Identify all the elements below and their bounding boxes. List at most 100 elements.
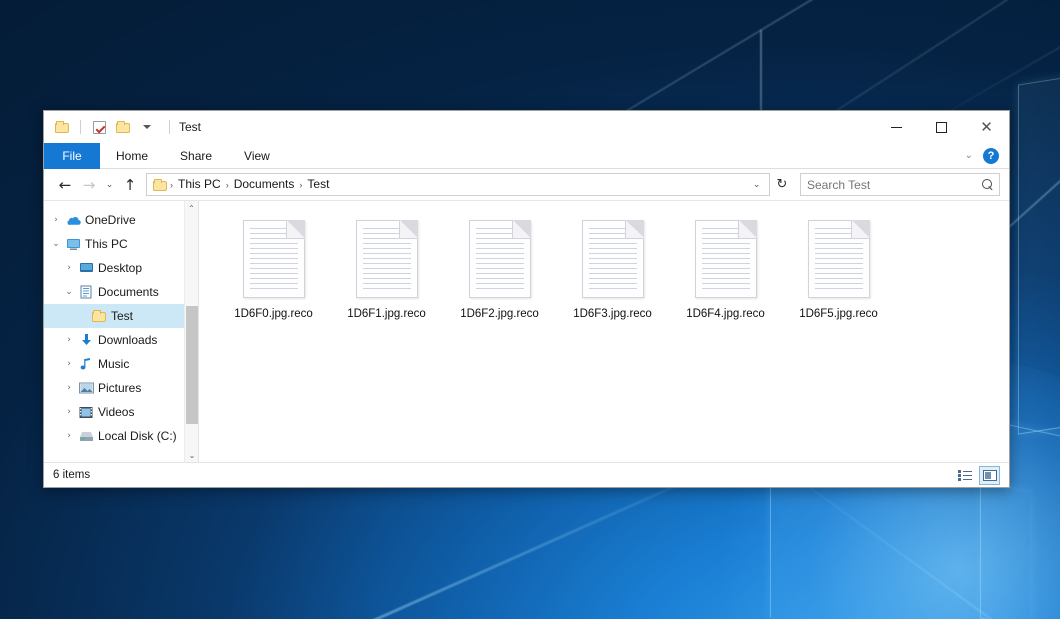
status-bar: 6 items (44, 462, 1009, 487)
refresh-button[interactable]: ↻ (770, 173, 794, 197)
sidebar-item-downloads[interactable]: › Downloads (44, 328, 198, 352)
tab-home-label: Home (116, 149, 148, 163)
expander-icon[interactable]: › (61, 431, 77, 441)
file-item[interactable]: 1D6F2.jpg.reco (443, 215, 556, 326)
breadcrumb-item-test[interactable]: Test (303, 174, 333, 195)
tab-share[interactable]: Share (164, 143, 228, 169)
expander-icon[interactable]: ⌄ (61, 287, 77, 297)
file-name: 1D6F3.jpg.reco (573, 308, 652, 320)
downloads-icon (77, 333, 95, 347)
file-explorer-window: Test ✕ File Home Share View ⌄ ? ← → (43, 110, 1010, 488)
sidebar-item-test[interactable]: Test (44, 304, 198, 328)
file-item[interactable]: 1D6F3.jpg.reco (556, 215, 669, 326)
chevron-down-icon[interactable] (138, 118, 156, 136)
minimize-button[interactable] (874, 111, 919, 143)
properties-icon[interactable] (90, 118, 108, 136)
file-name: 1D6F4.jpg.reco (686, 308, 765, 320)
sidebar-item-label: Local Disk (C:) (98, 429, 177, 443)
expander-icon[interactable]: › (61, 383, 77, 393)
title-bar: Test ✕ (44, 111, 1009, 143)
sidebar-item-local-disk-c[interactable]: › Local Disk (C:) (44, 424, 198, 448)
window-title: Test (169, 120, 201, 134)
tab-view[interactable]: View (228, 143, 286, 169)
search-box[interactable] (800, 173, 1000, 196)
tab-home[interactable]: Home (100, 143, 164, 169)
scrollbar-thumb[interactable] (186, 306, 198, 424)
window-body: › OneDrive ⌄ This PC › (44, 200, 1009, 462)
documents-icon (77, 285, 95, 299)
up-button[interactable]: ↑ (118, 173, 142, 197)
maximize-button[interactable] (919, 111, 964, 143)
sidebar-item-label: Videos (98, 405, 134, 419)
ribbon-tab-strip: File Home Share View ⌄ ? (44, 143, 1009, 169)
expander-icon[interactable]: › (61, 359, 77, 369)
sidebar-item-this-pc[interactable]: ⌄ This PC (44, 232, 198, 256)
tab-view-label: View (244, 149, 270, 163)
tab-file[interactable]: File (44, 143, 100, 169)
window-controls: ✕ (874, 111, 1009, 143)
sidebar-item-label: Test (111, 309, 133, 323)
recent-locations-button[interactable]: ⌄ (101, 173, 118, 197)
file-item[interactable]: 1D6F5.jpg.reco (782, 215, 895, 326)
collapse-ribbon-icon[interactable]: ⌄ (965, 150, 973, 161)
sidebar-item-label: Documents (98, 285, 159, 299)
navigation-pane: › OneDrive ⌄ This PC › (44, 201, 199, 462)
search-input[interactable] (807, 178, 982, 192)
expander-icon[interactable]: ⌄ (48, 239, 64, 249)
sidebar-item-desktop[interactable]: › Desktop (44, 256, 198, 280)
sidebar-scrollbar[interactable]: ⌃ ⌄ (184, 201, 198, 462)
sidebar-item-pictures[interactable]: › Pictures (44, 376, 198, 400)
generic-document-icon (579, 217, 647, 301)
breadcrumb-folder-icon (153, 179, 167, 191)
details-view-button[interactable] (954, 466, 975, 485)
desktop-icon (77, 262, 95, 274)
generic-document-icon (805, 217, 873, 301)
help-icon[interactable]: ? (983, 148, 999, 164)
drive-icon (77, 430, 95, 442)
large-icons-view-icon (983, 470, 997, 481)
sidebar-item-videos[interactable]: › Videos (44, 400, 198, 424)
new-folder-icon[interactable] (114, 118, 132, 136)
file-list-pane[interactable]: 1D6F0.jpg.reco 1D6F1.jpg.reco 1D6F2.jpg.… (199, 201, 1009, 462)
file-grid: 1D6F0.jpg.reco 1D6F1.jpg.reco 1D6F2.jpg.… (199, 201, 1009, 326)
file-item[interactable]: 1D6F1.jpg.reco (330, 215, 443, 326)
file-name: 1D6F1.jpg.reco (347, 308, 426, 320)
generic-document-icon (240, 217, 308, 301)
file-item[interactable]: 1D6F4.jpg.reco (669, 215, 782, 326)
file-name: 1D6F0.jpg.reco (234, 308, 313, 320)
expander-icon[interactable]: › (61, 335, 77, 345)
address-dropdown-icon[interactable]: ⌄ (748, 173, 765, 197)
quick-access-toolbar (53, 118, 156, 136)
back-button[interactable]: ← (53, 173, 77, 197)
breadcrumb-item-documents[interactable]: Documents (230, 174, 299, 195)
close-button[interactable]: ✕ (964, 111, 1009, 143)
breadcrumb[interactable]: › This PC › Documents › Test ⌄ (146, 173, 770, 196)
onedrive-icon (64, 215, 82, 226)
sidebar-item-label: This PC (85, 237, 128, 251)
sidebar-item-label: Downloads (98, 333, 157, 347)
scroll-down-icon[interactable]: ⌄ (185, 448, 199, 462)
folder-icon (90, 310, 108, 322)
folder-icon[interactable] (53, 118, 71, 136)
pictures-icon (77, 382, 95, 394)
videos-icon (77, 406, 95, 419)
sidebar-item-music[interactable]: › Music (44, 352, 198, 376)
file-item[interactable]: 1D6F0.jpg.reco (217, 215, 330, 326)
scroll-up-icon[interactable]: ⌃ (185, 201, 198, 215)
view-toggle-group (954, 466, 1000, 485)
tab-file-label: File (62, 149, 81, 163)
breadcrumb-item-this-pc[interactable]: This PC (174, 174, 225, 195)
sidebar-item-label: OneDrive (85, 213, 136, 227)
expander-icon[interactable]: › (48, 215, 64, 225)
file-name: 1D6F2.jpg.reco (460, 308, 539, 320)
generic-document-icon (692, 217, 760, 301)
sidebar-item-documents[interactable]: ⌄ Documents (44, 280, 198, 304)
tab-share-label: Share (180, 149, 212, 163)
file-name: 1D6F5.jpg.reco (799, 308, 878, 320)
generic-document-icon (466, 217, 534, 301)
large-icons-view-button[interactable] (979, 466, 1000, 485)
sidebar-item-onedrive[interactable]: › OneDrive (44, 208, 198, 232)
expander-icon[interactable]: › (61, 407, 77, 417)
forward-button[interactable]: → (77, 173, 101, 197)
expander-icon[interactable]: › (61, 263, 77, 273)
